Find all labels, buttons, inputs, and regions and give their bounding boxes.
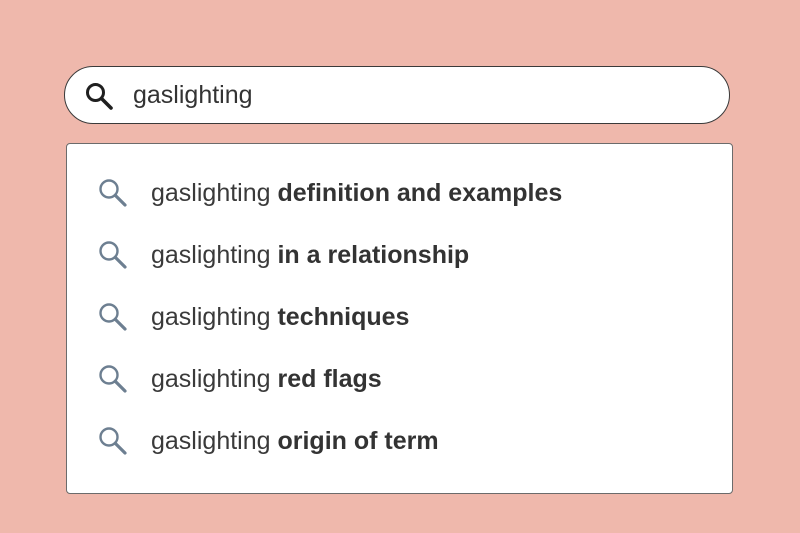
suggestion-prefix: gaslighting <box>151 179 271 207</box>
suggestion-item[interactable]: gaslighting definition and examples <box>67 170 732 216</box>
suggestion-completion: definition and examples <box>277 179 563 207</box>
suggestion-completion: origin of term <box>277 427 439 455</box>
suggestion-text: gaslighting in a relationship <box>151 232 469 278</box>
search-icon <box>97 363 129 395</box>
suggestion-prefix: gaslighting <box>151 303 271 331</box>
suggestion-completion: red flags <box>277 365 382 393</box>
suggestion-text: gaslighting techniques <box>151 294 409 340</box>
suggestion-item[interactable]: gaslighting techniques <box>67 294 732 340</box>
search-icon <box>97 425 129 457</box>
suggestion-text: gaslighting definition and examples <box>151 170 562 216</box>
suggestion-prefix: gaslighting <box>151 241 271 269</box>
suggestion-completion: techniques <box>277 303 410 331</box>
suggestion-item[interactable]: gaslighting origin of term <box>67 418 732 464</box>
search-input[interactable] <box>133 67 693 123</box>
suggestion-prefix: gaslighting <box>151 427 271 455</box>
suggestion-item[interactable]: gaslighting in a relationship <box>67 232 732 278</box>
suggestion-text: gaslighting red flags <box>151 356 382 402</box>
search-icon <box>97 301 129 333</box>
suggestions-dropdown: gaslighting definition and examples gasl… <box>66 143 733 494</box>
suggestion-item[interactable]: gaslighting red flags <box>67 356 732 402</box>
suggestion-prefix: gaslighting <box>151 365 271 393</box>
search-bar[interactable] <box>64 66 730 124</box>
suggestion-text: gaslighting origin of term <box>151 418 439 464</box>
search-icon[interactable] <box>84 81 114 111</box>
suggestion-completion: in a relationship <box>277 241 470 269</box>
search-icon <box>97 177 129 209</box>
search-icon <box>97 239 129 271</box>
